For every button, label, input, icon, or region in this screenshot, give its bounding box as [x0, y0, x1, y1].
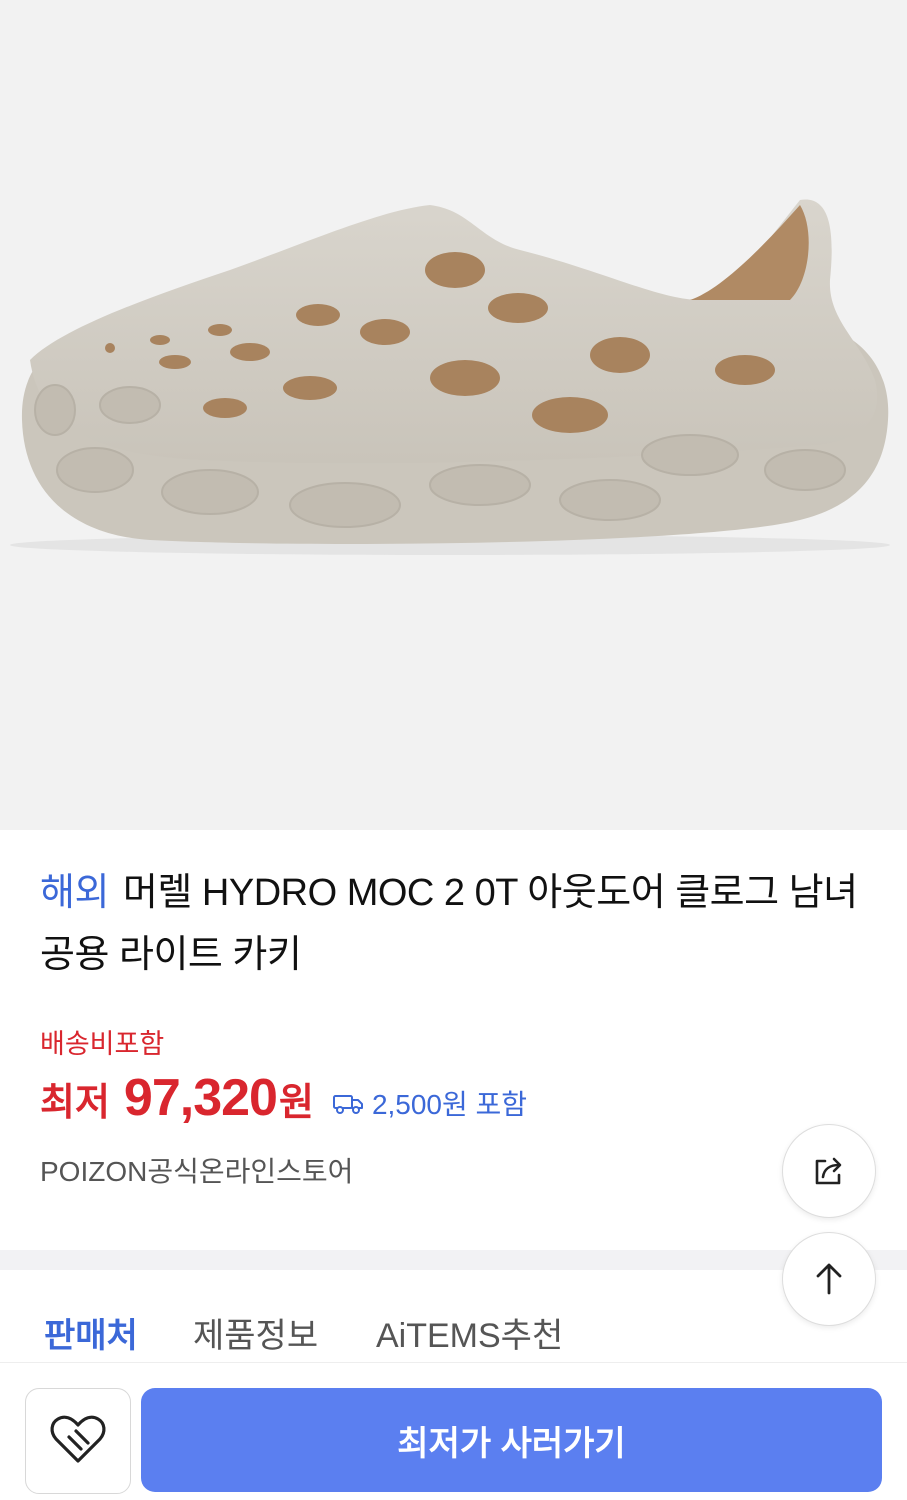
price-row: 최저 97,320 원 2,500원 포함 [40, 1068, 527, 1138]
product-name: 머렐 HYDRO MOC 2 0T 아웃도어 클로그 남녀 공용 라이트 카키 [40, 872, 858, 976]
buy-lowest-price-button[interactable]: 최저가 사러가기 [141, 1388, 882, 1492]
heart-icon [50, 1415, 106, 1463]
product-title: 해외 머렐 HYDRO MOC 2 0T 아웃도어 클로그 남녀 공용 라이트 카… [40, 862, 880, 986]
bottom-action-bar: 최저가 사러가기 [0, 1363, 907, 1500]
delivery-fee: 2,500원 포함 [332, 1083, 527, 1123]
seller-name[interactable]: POIZON공식온라인스토어 [40, 1150, 353, 1190]
truck-icon [332, 1095, 363, 1114]
wishlist-button[interactable] [25, 1388, 131, 1494]
shipping-included-note: 배송비포함 [40, 1029, 165, 1059]
product-image[interactable] [0, 0, 907, 830]
share-icon [815, 1157, 842, 1185]
price-value: 97,320 [123, 1069, 278, 1127]
price-unit: 원 [278, 1082, 314, 1124]
arrow-up-icon [816, 1263, 842, 1295]
overseas-tag: 해외 [40, 872, 109, 914]
tab-aitems[interactable]: AiTEMS추천 [376, 1308, 563, 1357]
lowest-price-label: 최저 [40, 1082, 110, 1124]
tab-bar: 판매처 제품정보 AiTEMS추천 [0, 1270, 907, 1363]
tab-product-info[interactable]: 제품정보 [193, 1308, 318, 1357]
tab-sellers[interactable]: 판매처 [44, 1308, 138, 1357]
scroll-top-button[interactable] [782, 1232, 876, 1326]
share-button[interactable] [782, 1124, 876, 1218]
delivery-fee-text: 2,500원 포함 [371, 1089, 528, 1120]
shoe-image [10, 199, 890, 555]
section-divider [0, 1250, 907, 1270]
